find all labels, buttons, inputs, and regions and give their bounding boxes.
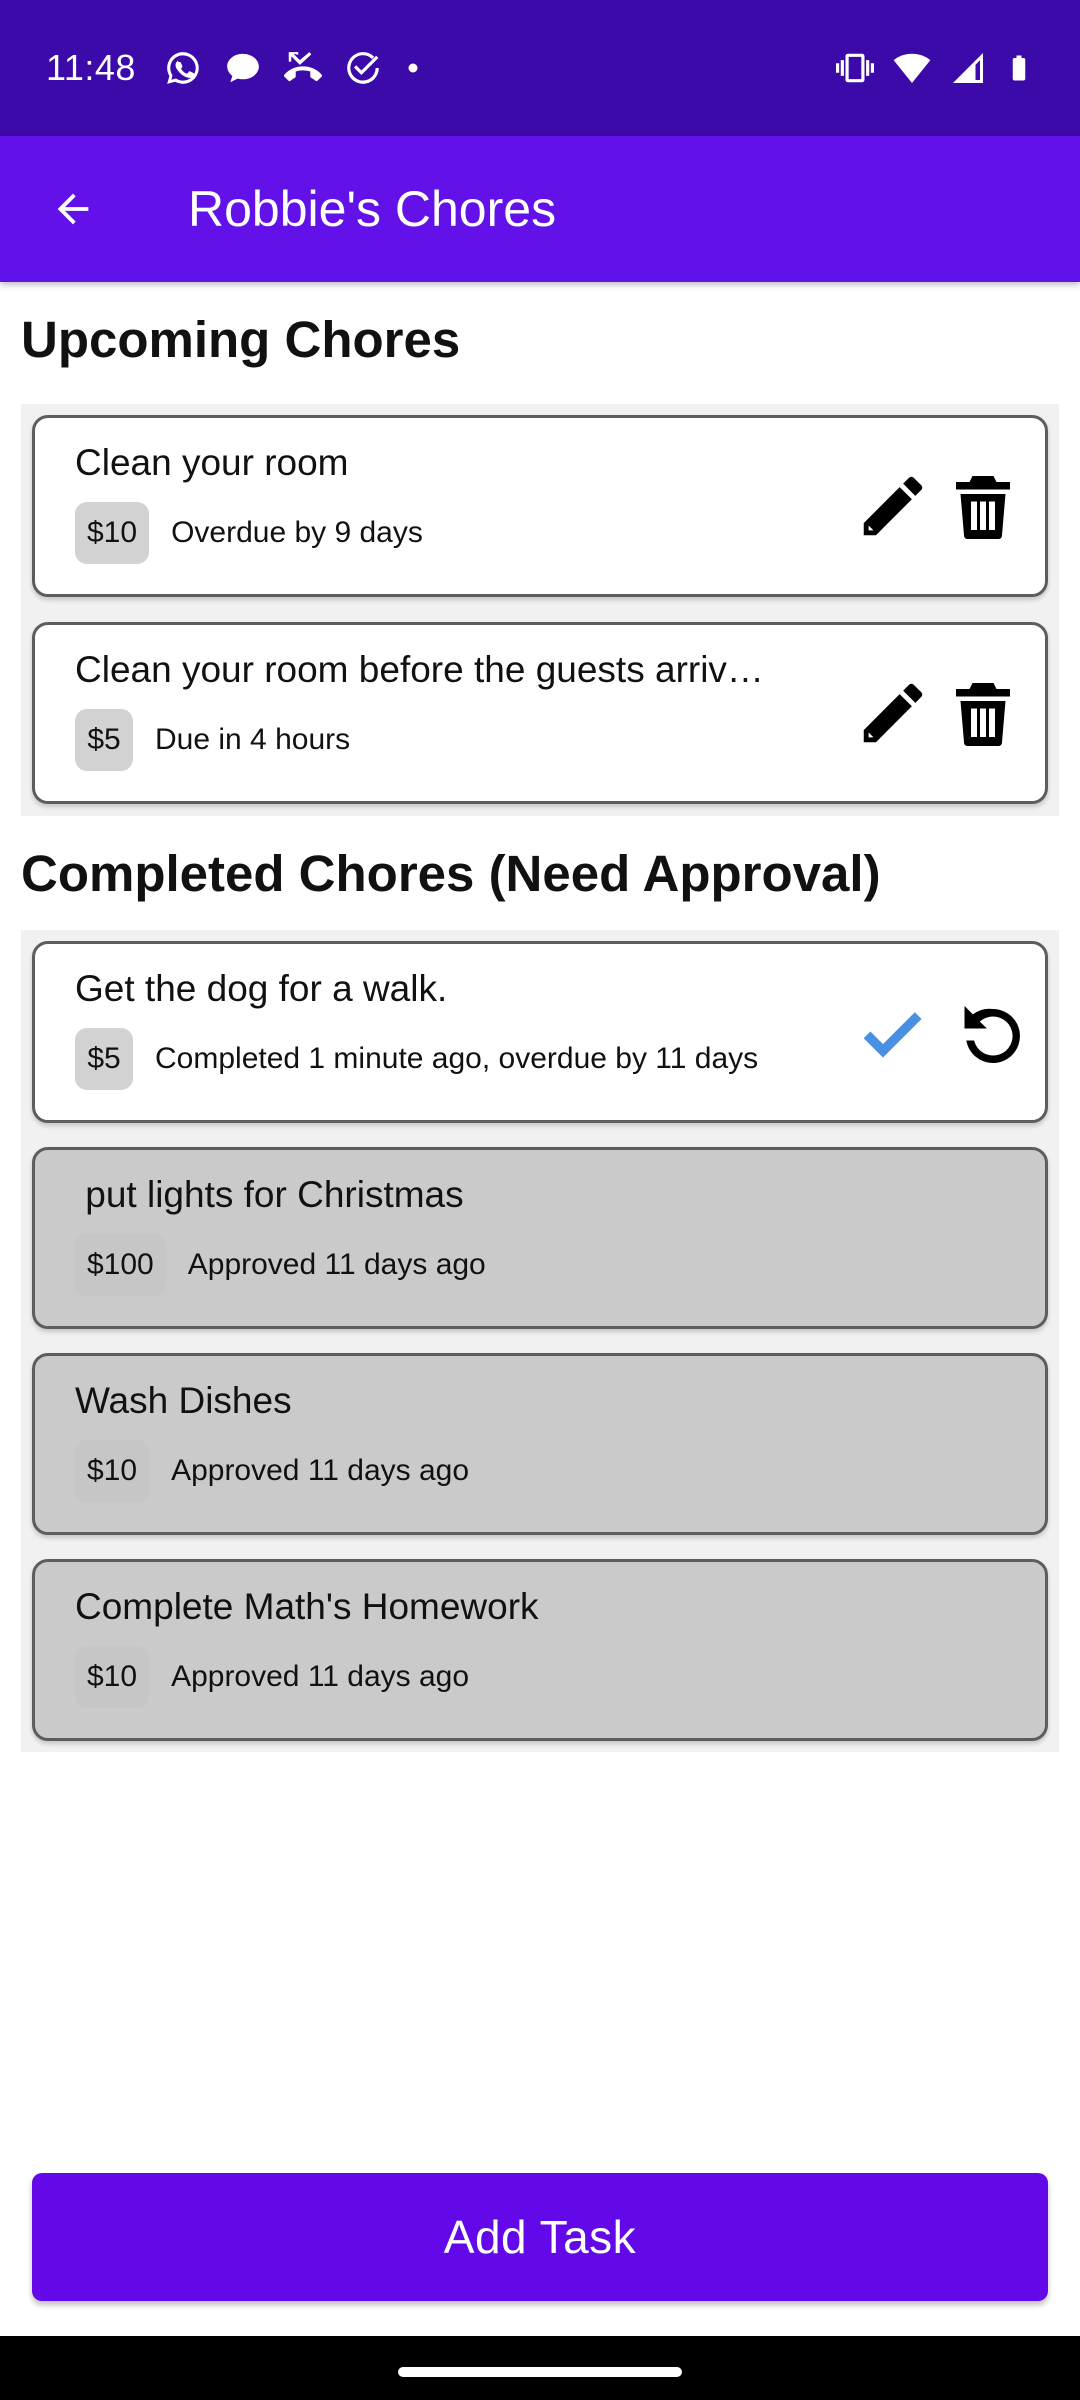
chore-meta: $5 Due in 4 hours [75, 709, 350, 771]
price-badge: $5 [75, 1028, 133, 1090]
battery-icon [1012, 55, 1026, 81]
delete-button[interactable] [941, 671, 1025, 755]
chore-card-approved[interactable]: Complete Math's Homework $10 Approved 11… [32, 1559, 1048, 1741]
chore-meta: $5 Completed 1 minute ago, overdue by 11… [75, 1028, 758, 1090]
arrow-left-icon [57, 193, 89, 225]
add-task-button[interactable]: Add Task [32, 2173, 1048, 2301]
chore-status: Due in 4 hours [155, 723, 351, 756]
chore-title: Get the dog for a walk. [75, 968, 448, 1009]
page-title: Robbie's Chores [188, 181, 557, 237]
undo-icon [964, 1006, 1020, 1063]
undo-button[interactable] [951, 994, 1035, 1078]
pencil-icon [863, 683, 923, 743]
chore-status: Completed 1 minute ago, overdue by 11 da… [155, 1042, 759, 1075]
back-button[interactable] [0, 136, 146, 282]
wifi-icon [893, 53, 931, 84]
whatsapp-icon [167, 52, 199, 84]
chore-meta: $10 Overdue by 9 days [75, 502, 423, 564]
chore-card[interactable]: Clean your room $10 Overdue by 9 days [32, 415, 1048, 597]
chore-title: Wash Dishes [75, 1380, 292, 1421]
missed-call-icon [283, 52, 322, 82]
price-badge: $10 [75, 502, 150, 564]
edit-button[interactable] [851, 671, 935, 755]
chore-meta: $10 Approved 11 days ago [75, 1646, 469, 1708]
price-badge: $10 [75, 1440, 150, 1502]
chore-meta: $100 Approved 11 days ago [75, 1234, 486, 1296]
chore-card-approved[interactable]: Wash Dishes $10 Approved 11 days ago [32, 1353, 1048, 1535]
checkmark-icon [863, 1012, 922, 1058]
trash-icon [956, 683, 1010, 746]
chore-status: Approved 11 days ago [171, 1454, 470, 1487]
price-badge: $5 [75, 709, 133, 771]
pencil-icon [863, 476, 923, 536]
vibrate-icon [836, 53, 874, 83]
app-bar: Robbie's Chores [0, 136, 1080, 282]
delete-button[interactable] [941, 464, 1025, 548]
chore-title: Clean your room [75, 442, 349, 483]
signal-icon [953, 53, 983, 83]
chore-card-approved[interactable]: put lights for Christmas $100 Approved 1… [32, 1147, 1048, 1329]
system-icons [836, 49, 1034, 87]
chore-title: Clean your room before the guests arriv… [75, 649, 764, 690]
completed-heading: Completed Chores (Need Approval) [21, 845, 881, 902]
status-bar: 11:48 [0, 0, 1080, 136]
edit-button[interactable] [851, 464, 935, 548]
chat-bubble-icon [227, 53, 259, 83]
chore-meta: $10 Approved 11 days ago [75, 1440, 469, 1502]
trash-icon [956, 476, 1010, 539]
price-badge: $100 [75, 1234, 166, 1296]
price-badge: $10 [75, 1646, 150, 1708]
upcoming-heading: Upcoming Chores [21, 311, 461, 368]
notification-icons [164, 49, 422, 87]
chore-title: put lights for Christmas [75, 1174, 464, 1215]
chore-status: Overdue by 9 days [171, 516, 423, 549]
dot-icon [408, 63, 418, 73]
chore-card[interactable]: Get the dog for a walk. $5 Completed 1 m… [32, 941, 1048, 1123]
status-time: 11:48 [46, 47, 136, 88]
home-indicator[interactable] [398, 2367, 682, 2377]
chore-status: Approved 11 days ago [187, 1248, 486, 1281]
check-circle-icon [347, 52, 379, 84]
chore-title: Complete Math's Homework [75, 1586, 539, 1627]
approve-button[interactable] [849, 994, 935, 1074]
chore-status: Approved 11 days ago [171, 1660, 470, 1693]
chore-card[interactable]: Clean your room before the guests arriv…… [32, 622, 1048, 804]
